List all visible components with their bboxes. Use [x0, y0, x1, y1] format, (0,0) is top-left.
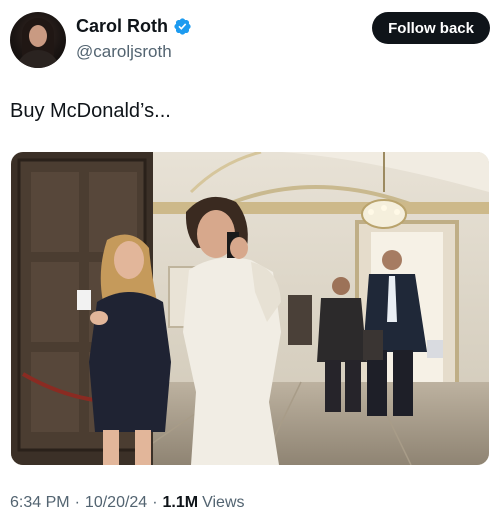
- author-handle[interactable]: @caroljsroth: [76, 42, 172, 62]
- author-name[interactable]: Carol Roth: [76, 16, 168, 37]
- photo-image: [11, 152, 489, 465]
- tweet-photo[interactable]: [11, 152, 489, 465]
- follow-back-button[interactable]: Follow back: [372, 12, 490, 44]
- tweet-text: Buy McDonald’s...: [10, 100, 171, 122]
- tweet-header: Carol Roth @caroljsroth Follow back: [10, 10, 490, 70]
- tweet-meta: 6:34 PM · 10/20/24 · 1.1M Views: [10, 494, 245, 512]
- meta-separator: ·: [74, 494, 80, 511]
- tweet-date[interactable]: 10/20/24: [85, 494, 147, 512]
- avatar[interactable]: [10, 12, 66, 68]
- avatar-face: [29, 25, 47, 47]
- tweet-time[interactable]: 6:34 PM: [10, 494, 70, 512]
- verified-badge-icon: [174, 18, 191, 35]
- meta-separator-2: ·: [152, 494, 158, 511]
- views-label: Views: [202, 494, 245, 511]
- author-name-row: Carol Roth: [76, 16, 192, 37]
- views-count[interactable]: 1.1M: [163, 494, 199, 512]
